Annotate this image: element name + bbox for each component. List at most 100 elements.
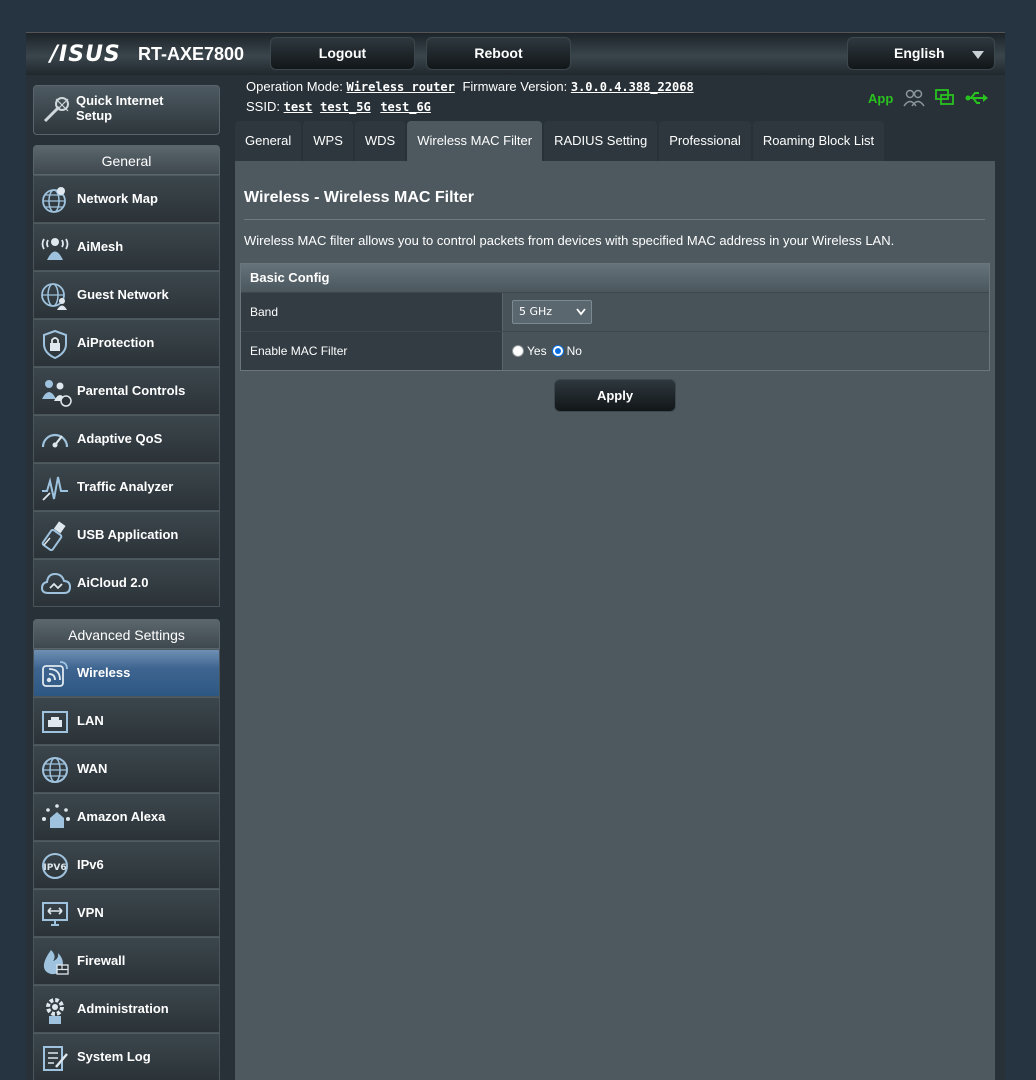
band-select[interactable]: 5 GHz	[512, 300, 592, 324]
band-value: 5 GHz	[519, 305, 553, 318]
sidebar-item-vpn[interactable]: VPN	[33, 889, 220, 937]
cloud-icon	[40, 572, 72, 594]
sidebar-item-guest-network[interactable]: Guest Network	[33, 271, 220, 319]
gauge-icon	[41, 433, 69, 448]
sidebar-item-aimesh[interactable]: AiMesh	[33, 223, 220, 271]
sidebar-item-network-map[interactable]: Network Map	[33, 175, 220, 223]
sidebar-item-label: Guest Network	[77, 287, 169, 302]
sidebar-item-firewall[interactable]: Firewall	[33, 937, 220, 985]
tab-radius-setting[interactable]: RADIUS Setting	[544, 121, 658, 161]
mac-filter-no-radio[interactable]	[551, 345, 564, 357]
sidebar-item-label: Parental Controls	[77, 383, 186, 398]
main-content: Wireless - Wireless MAC Filter Wireless …	[235, 161, 995, 1080]
advanced-settings-menu: Advanced Settings Wireless LAN WAN Amazo…	[33, 619, 220, 1080]
sidebar-item-wireless[interactable]: Wireless	[33, 649, 220, 697]
sidebar-item-lan[interactable]: LAN	[33, 697, 220, 745]
gear-icon	[46, 998, 64, 1024]
operation-mode-label: Operation Mode:	[246, 79, 343, 94]
ipv6-icon: IPV6	[42, 853, 68, 879]
wireless-icon	[42, 661, 68, 687]
sidebar-item-label: Wireless	[77, 665, 131, 680]
sidebar-item-adaptive-qos[interactable]: Adaptive QoS	[33, 415, 220, 463]
sidebar-item-label: Adaptive QoS	[77, 431, 163, 446]
sidebar-item-aicloud[interactable]: AiCloud 2.0	[33, 559, 220, 607]
globe-icon	[42, 187, 66, 213]
sidebar-item-parental-controls[interactable]: Parental Controls	[33, 367, 220, 415]
sidebar-item-label: Administration	[77, 1001, 169, 1016]
firmware-label: Firmware Version:	[462, 79, 568, 94]
parental-icon	[42, 380, 72, 407]
sidebar-item-label: Traffic Analyzer	[77, 479, 174, 494]
mac-filter-label: Enable MAC Filter	[241, 332, 503, 370]
usb-icon	[41, 521, 66, 551]
sidebar-item-usb-application[interactable]: USB Application	[33, 511, 220, 559]
sidebar-item-traffic-analyzer[interactable]: Traffic Analyzer	[33, 463, 220, 511]
ssid-link[interactable]: test_6G	[380, 100, 431, 114]
sidebar-item-label: USB Application	[77, 527, 179, 542]
tab-general[interactable]: General	[235, 121, 302, 161]
asus-logo[interactable]: /ISUS	[50, 42, 121, 67]
general-menu-header: General	[33, 145, 220, 175]
traffic-icon	[42, 476, 68, 501]
band-row: Band 5 GHz	[241, 292, 989, 331]
vpn-icon	[42, 902, 68, 926]
chevron-down-icon	[972, 51, 984, 59]
mesh-icon	[41, 238, 69, 260]
sidebar-item-aiprotection[interactable]: AiProtection	[33, 319, 220, 367]
sidebar-item-amazon-alexa[interactable]: Amazon Alexa	[33, 793, 220, 841]
general-menu: General Network Map AiMesh Guest Network…	[33, 145, 220, 607]
clients-icon[interactable]	[903, 89, 925, 107]
apply-button[interactable]: Apply	[554, 379, 676, 412]
sidebar-item-label: IPv6	[77, 857, 104, 872]
ssid-label: SSID:	[246, 99, 280, 114]
logout-button[interactable]: Logout	[270, 37, 415, 70]
sidebar-item-wan[interactable]: WAN	[33, 745, 220, 793]
guest-network-icon	[41, 283, 67, 310]
advanced-menu-header: Advanced Settings	[33, 619, 220, 649]
sidebar-item-label: AiCloud 2.0	[77, 575, 149, 590]
svg-text:IPV6: IPV6	[43, 863, 66, 873]
network-status-icon[interactable]	[935, 89, 955, 107]
sidebar-item-administration[interactable]: Administration	[33, 985, 220, 1033]
tab-wireless-mac-filter[interactable]: Wireless MAC Filter	[407, 121, 543, 161]
sidebar-item-label: Network Map	[77, 191, 158, 206]
tab-wds[interactable]: WDS	[354, 121, 406, 161]
yes-label: Yes	[527, 344, 547, 358]
shield-icon	[43, 329, 67, 359]
tab-professional[interactable]: Professional	[659, 121, 751, 161]
wan-globe-icon	[42, 757, 68, 783]
usb-status-icon[interactable]	[965, 90, 989, 106]
reboot-button[interactable]: Reboot	[426, 37, 571, 70]
log-icon	[43, 1046, 68, 1071]
quick-internet-setup-button[interactable]: Quick Internet Setup	[33, 85, 220, 135]
title-divider	[244, 219, 985, 220]
language-value: English	[894, 45, 945, 61]
page-title: Wireless - Wireless MAC Filter	[244, 189, 475, 206]
operation-mode-link[interactable]: Wireless router	[346, 80, 454, 94]
app-link[interactable]: App	[868, 91, 893, 106]
sidebar-item-ipv6[interactable]: IPV6 IPv6	[33, 841, 220, 889]
mac-filter-yes-radio[interactable]	[512, 345, 524, 357]
band-label: Band	[241, 293, 503, 331]
ssid-link[interactable]: test	[284, 100, 313, 114]
sidebar-item-label: WAN	[77, 761, 108, 776]
router-admin-frame: /ISUS RT-AXE7800 Logout Reboot English O…	[26, 32, 1005, 1080]
sidebar-item-label: Amazon Alexa	[77, 809, 166, 824]
model-name: RT-AXE7800	[138, 44, 245, 64]
tab-wps[interactable]: WPS	[303, 121, 353, 161]
sidebar-item-system-log[interactable]: System Log	[33, 1033, 220, 1080]
ssid-link[interactable]: test_5G	[320, 100, 371, 114]
firmware-link[interactable]: 3.0.0.4.388_22068	[571, 80, 694, 94]
sidebar-item-label: VPN	[77, 905, 104, 920]
lan-icon	[42, 711, 68, 733]
status-icons: App	[868, 88, 989, 108]
tab-roaming-block-list[interactable]: Roaming Block List	[752, 121, 885, 161]
sidebar-item-label: AiProtection	[77, 335, 155, 350]
firewall-icon	[43, 950, 69, 975]
language-select[interactable]: English	[847, 37, 995, 70]
status-info: Operation Mode: Wireless router Firmware…	[246, 77, 694, 117]
qis-label: Quick Internet	[76, 93, 164, 108]
sidebar-item-label: LAN	[77, 713, 104, 728]
qis-label: Setup	[76, 108, 113, 123]
page-description: Wireless MAC filter allows you to contro…	[244, 233, 895, 248]
